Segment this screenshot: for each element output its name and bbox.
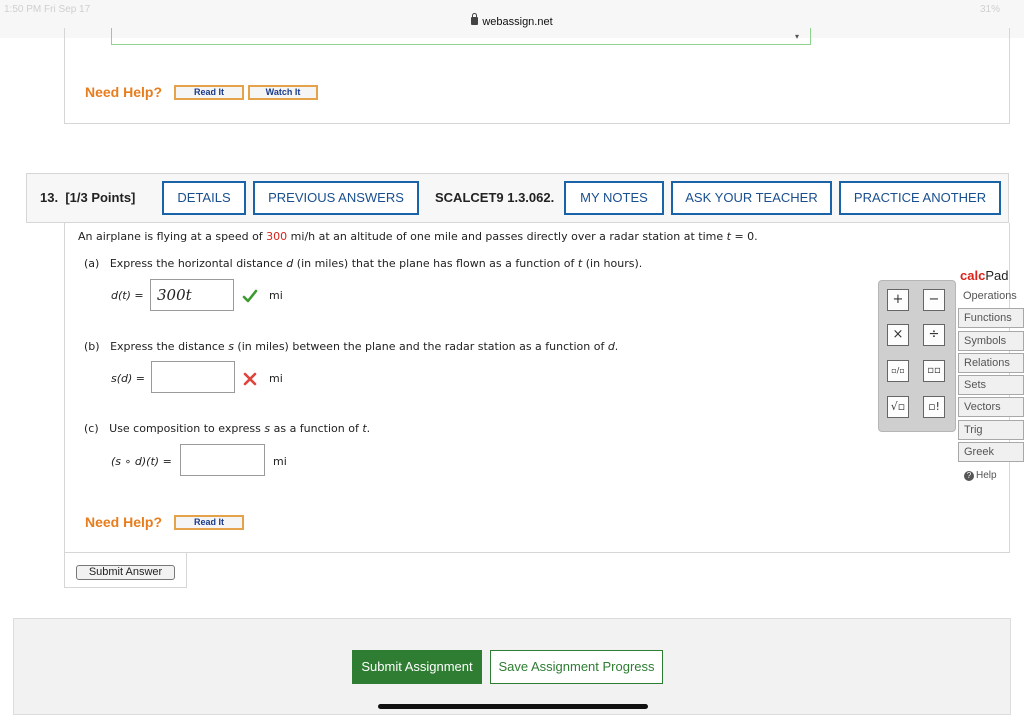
practice-another-button[interactable]: PRACTICE ANOTHER: [839, 181, 1001, 215]
part-a-lhs: d(t) =: [111, 289, 144, 302]
previous-answer-field[interactable]: [111, 28, 811, 45]
category-symbols[interactable]: Symbols: [958, 331, 1024, 351]
watch-it-button[interactable]: Watch It: [248, 85, 318, 100]
speed-value: 300: [266, 230, 288, 243]
sqrt-key[interactable]: √▫: [887, 396, 909, 418]
help-icon: ?: [964, 471, 974, 481]
category-functions[interactable]: Functions: [958, 308, 1024, 328]
status-battery: 31%: [979, 4, 1000, 15]
multiply-key[interactable]: ×: [887, 324, 909, 346]
category-trig[interactable]: Trig: [958, 420, 1024, 440]
category-greek[interactable]: Greek: [958, 442, 1024, 462]
check-icon: [242, 289, 258, 303]
ask-teacher-button[interactable]: ASK YOUR TEACHER: [671, 181, 832, 215]
part-a-answer-input[interactable]: 300t: [150, 279, 234, 311]
category-sets[interactable]: Sets: [958, 375, 1024, 395]
exponent-key[interactable]: ▫▫: [923, 360, 945, 382]
read-it-button[interactable]: Read It: [174, 515, 244, 530]
part-c-lhs: (s ∘ d)(t) =: [111, 455, 172, 468]
need-help-label: Need Help?: [85, 84, 163, 100]
address-bar[interactable]: webassign.net: [0, 13, 1024, 28]
part-b-unit: mi: [269, 372, 283, 385]
part-c-prompt: (c) Use composition to express s as a fu…: [84, 422, 371, 435]
question-points: [1/3 Points]: [65, 190, 136, 205]
details-button[interactable]: DETAILS: [162, 181, 246, 215]
question-intro: An airplane is flying at a speed of 300 …: [78, 230, 758, 243]
divide-key[interactable]: ÷: [923, 324, 945, 346]
my-notes-button[interactable]: MY NOTES: [564, 181, 664, 215]
fraction-key[interactable]: ▫/▫: [887, 360, 909, 382]
read-it-button[interactable]: Read It: [174, 85, 244, 100]
plus-key[interactable]: +: [887, 289, 909, 311]
part-c-answer-input[interactable]: [180, 444, 265, 476]
category-relations[interactable]: Relations: [958, 353, 1024, 373]
home-indicator: [378, 704, 648, 709]
part-a-prompt: (a) Express the horizontal distance d (i…: [84, 257, 643, 270]
category-vectors[interactable]: Vectors: [958, 397, 1024, 417]
part-a-unit: mi: [269, 289, 283, 302]
question-code: SCALCET9 1.3.062.: [435, 190, 555, 205]
save-progress-button[interactable]: Save Assignment Progress: [490, 650, 663, 684]
submit-assignment-button[interactable]: Submit Assignment: [352, 650, 482, 684]
url-text: webassign.net: [482, 16, 553, 28]
part-b-lhs: s(d) =: [111, 372, 146, 385]
factorial-key[interactable]: ▫!: [923, 396, 945, 418]
status-time: 1:50 PM Fri Sep 17: [4, 4, 91, 15]
previous-answers-button[interactable]: PREVIOUS ANSWERS: [253, 181, 419, 215]
minus-key[interactable]: −: [923, 289, 945, 311]
question-number: 13. [1/3 Points]: [40, 190, 136, 205]
part-b-prompt: (b) Express the distance s (in miles) be…: [84, 340, 619, 353]
calcpad-title: calcPad: [960, 268, 1009, 283]
calcpad-help-link[interactable]: ? Help: [964, 470, 997, 481]
category-operations[interactable]: Operations: [958, 287, 1024, 307]
calcpad-keypad: + − × ÷ ▫/▫ ▫▫ √▫ ▫!: [878, 280, 956, 432]
lock-icon: [471, 13, 479, 25]
part-b-answer-input[interactable]: [151, 361, 235, 393]
dropdown-caret-icon[interactable]: ▾: [795, 32, 799, 41]
incorrect-x-icon: [243, 372, 257, 386]
need-help-label: Need Help?: [85, 514, 163, 530]
submit-answer-button[interactable]: Submit Answer: [76, 565, 175, 580]
part-c-unit: mi: [273, 455, 287, 468]
